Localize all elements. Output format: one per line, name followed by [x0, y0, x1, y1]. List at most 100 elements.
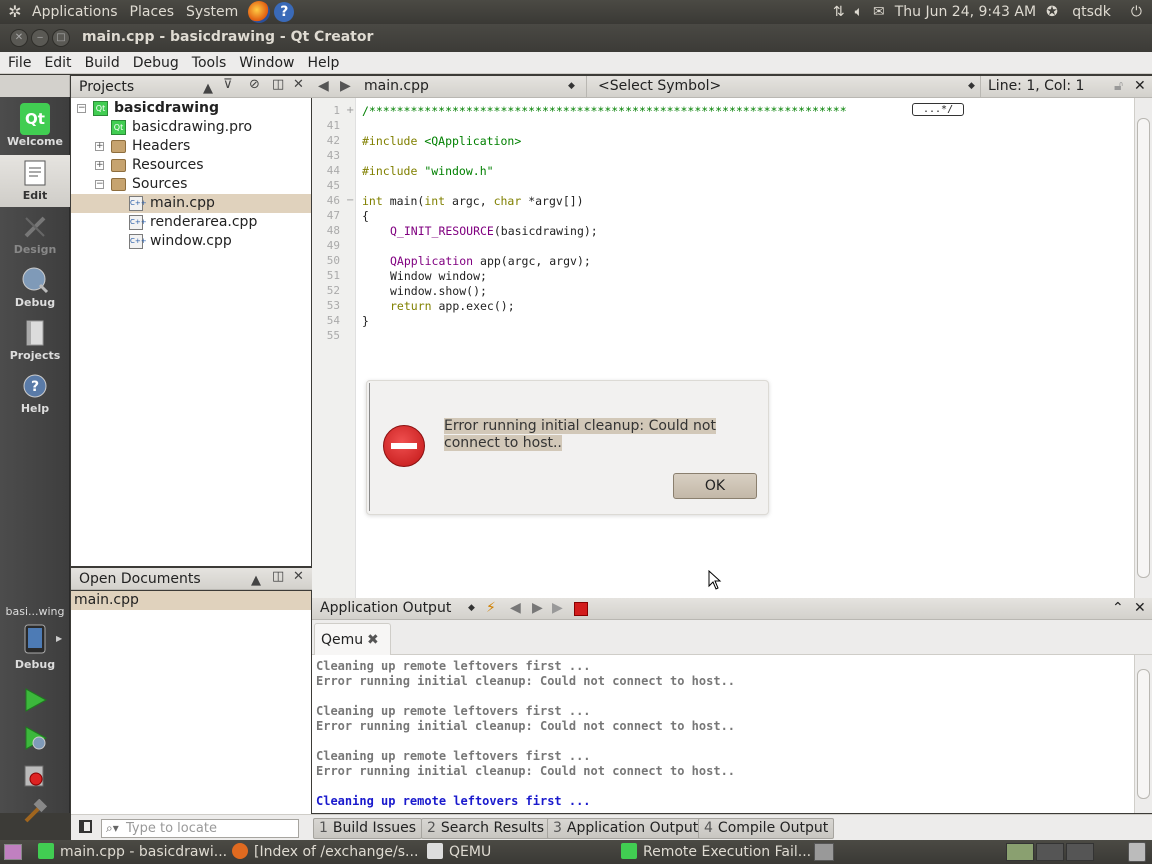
close-editor-icon[interactable]: ✕ [1134, 78, 1146, 94]
tree-item-sources[interactable]: − Sources [71, 175, 311, 194]
close-tab-icon[interactable]: ✖ [367, 632, 379, 648]
show-desktop-icon[interactable] [4, 844, 22, 860]
collapse-icon[interactable]: − [95, 180, 104, 189]
taskbar-item-remote-exec[interactable]: Remote Execution Fail... [621, 842, 811, 862]
taskbar-item-firefox[interactable]: [Index of /exchange/s... [232, 842, 418, 862]
menu-edit[interactable]: Edit [39, 55, 76, 71]
target-selector[interactable]: ▶ Debug [0, 622, 70, 678]
window-list-icon[interactable] [814, 843, 834, 861]
fold-collapse-icon[interactable]: − [346, 195, 354, 206]
tree-item-window-cpp[interactable]: C++ window.cpp [71, 232, 311, 251]
fold-expand-icon[interactable]: + [346, 105, 354, 116]
open-document-item[interactable]: main.cpp [71, 591, 311, 610]
clock[interactable]: Thu Jun 24, 9:43 AM [895, 4, 1036, 20]
places-menu[interactable]: Places [124, 4, 181, 20]
mode-edit[interactable]: Edit [0, 155, 70, 207]
ubuntu-logo-icon[interactable]: ✲ [4, 1, 26, 23]
compile-output-button[interactable]: 4 Compile Output [698, 818, 835, 839]
output-pane-title[interactable]: Application Output [320, 600, 451, 616]
prev-item-icon[interactable]: ◀ [510, 600, 521, 616]
user-menu[interactable]: ✪ qtsdk [1046, 4, 1121, 20]
menu-window[interactable]: Window [234, 55, 299, 71]
menu-help[interactable]: Help [302, 55, 344, 71]
symbol-combo-arrow-icon[interactable]: ◆ [968, 81, 975, 91]
editor-scroll-thumb[interactable] [1137, 118, 1150, 578]
close-pane-icon[interactable]: ✕ [293, 77, 304, 92]
volume-icon[interactable]: 🔈︎ [855, 4, 863, 20]
output-scroll-thumb[interactable] [1137, 669, 1150, 799]
system-menu[interactable]: System [180, 4, 244, 20]
taskbar-item-qtcreator[interactable]: main.cpp - basicdrawi... [38, 842, 227, 862]
mode-debug[interactable]: Debug [0, 262, 70, 314]
mail-icon[interactable]: ✉ [873, 4, 885, 20]
close-pane-icon[interactable]: ✕ [293, 569, 304, 584]
expand-icon[interactable]: + [95, 161, 104, 170]
filter-icon[interactable]: ⊽ [223, 77, 233, 92]
folded-comment-marker[interactable]: ...*/ [912, 103, 965, 116]
maximize-window-button[interactable]: □ [52, 29, 70, 47]
firefox-launcher-icon[interactable] [248, 1, 271, 23]
build-all-button[interactable] [22, 799, 48, 825]
mode-welcome[interactable]: Qt Welcome [0, 101, 70, 153]
build-project-button[interactable] [22, 763, 48, 789]
expand-icon[interactable]: + [95, 142, 104, 151]
open-documents-title[interactable]: Open Documents [71, 571, 201, 587]
collapse-icon[interactable]: − [77, 104, 86, 113]
split-icon[interactable]: ◫ [272, 569, 284, 584]
network-icon[interactable]: ⇅ [833, 4, 845, 20]
mode-help[interactable]: ? Help [0, 368, 70, 420]
application-output-button[interactable]: 3 Application Output [547, 818, 705, 839]
power-icon[interactable]: ⏻ [1131, 4, 1142, 20]
back-arrow-icon[interactable]: ◀ [318, 78, 329, 94]
close-window-button[interactable]: ✕ [10, 29, 28, 47]
tab-qemu[interactable]: Qemu ✖ [314, 623, 391, 655]
application-output[interactable]: Cleaning up remote leftovers first ... E… [312, 655, 1152, 813]
tree-item-basicdrawing[interactable]: − Qt basicdrawing [71, 99, 311, 118]
tree-item-resources[interactable]: + Resources [71, 156, 311, 175]
file-combo-arrow-icon[interactable]: ◆ [568, 81, 575, 91]
applications-menu[interactable]: Applications [26, 4, 124, 20]
workspace-1[interactable] [1006, 843, 1034, 861]
symbol-combo[interactable]: <Select Symbol> [598, 78, 721, 94]
tree-item-renderarea-cpp[interactable]: C++ renderarea.cpp [71, 213, 311, 232]
close-output-icon[interactable]: ✕ [1134, 600, 1146, 616]
taskbar-item-qemu[interactable]: QEMU [427, 842, 491, 862]
locator-input[interactable]: ⌕▾ Type to locate [101, 819, 299, 838]
split-icon[interactable]: ◫ [272, 77, 284, 92]
tree-item-main-cpp[interactable]: C++ main.cpp [71, 194, 311, 213]
workspace-2[interactable] [1036, 843, 1064, 861]
projects-combo-arrow-icon[interactable]: ▲ [203, 81, 213, 96]
menu-tools[interactable]: Tools [187, 55, 232, 71]
menu-file[interactable]: File [3, 55, 36, 71]
mode-projects[interactable]: Projects [0, 315, 70, 367]
file-combo[interactable]: main.cpp [364, 78, 429, 94]
lock-icon[interactable]: 🔓︎ [1114, 78, 1123, 94]
ok-button[interactable]: OK [673, 473, 757, 499]
projects-pane-title[interactable]: Projects [71, 79, 134, 95]
editor-scrollbar[interactable] [1134, 98, 1152, 598]
search-results-button[interactable]: 2 Search Results [421, 818, 551, 839]
tree-item-pro-file[interactable]: Qt basicdrawing.pro [71, 118, 311, 137]
help-launcher-icon[interactable]: ? [274, 2, 295, 22]
stop-icon[interactable] [574, 602, 588, 616]
trash-icon[interactable] [1128, 842, 1146, 862]
minimize-window-button[interactable]: ‒ [31, 29, 49, 47]
rerun-icon[interactable]: ▶ [552, 600, 563, 616]
output-scrollbar[interactable] [1134, 655, 1152, 813]
build-issues-button[interactable]: 1 Build Issues [313, 818, 423, 839]
mode-design[interactable]: Design [0, 209, 70, 261]
sync-link-icon[interactable]: ⊘ [249, 77, 260, 92]
code-editor[interactable]: 1 41 42 43 44 45 46 47 48 49 50 51 52 53… [312, 98, 1152, 598]
forward-arrow-icon[interactable]: ▶ [340, 78, 351, 94]
clear-output-icon[interactable]: ⚡ [486, 600, 496, 616]
toggle-sidebar-icon[interactable] [79, 820, 92, 833]
output-combo-arrow-icon[interactable]: ◆ [468, 603, 475, 613]
workspace-3[interactable] [1066, 843, 1094, 861]
maximize-pane-icon[interactable]: ⌃ [1112, 600, 1124, 616]
start-debugging-button[interactable] [22, 725, 48, 751]
menu-debug[interactable]: Debug [128, 55, 184, 71]
next-item-icon[interactable]: ▶ [532, 600, 543, 616]
run-button[interactable] [22, 687, 48, 713]
tree-item-headers[interactable]: + Headers [71, 137, 311, 156]
menu-build[interactable]: Build [80, 55, 125, 71]
